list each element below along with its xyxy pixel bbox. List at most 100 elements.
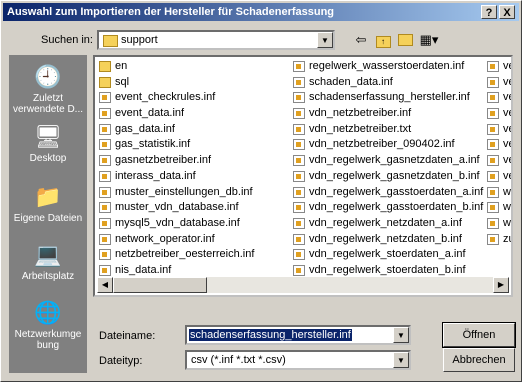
inf-file-icon (487, 61, 499, 72)
file-name: vdn_regelwerk_gasnetzdaten_b.inf (309, 169, 480, 182)
file-item[interactable]: muster_einstellungen_db.inf (97, 185, 287, 201)
help-button[interactable]: ? (481, 5, 497, 19)
scroll-left-icon[interactable]: ◀ (97, 277, 113, 293)
lookin-dropdown[interactable]: support ▼ (97, 30, 335, 50)
place-desktop[interactable]: 🖥 Desktop (9, 123, 87, 164)
open-button[interactable]: Öffnen (442, 322, 516, 348)
lookin-value: support (121, 34, 158, 46)
file-item[interactable]: muster_vdn_database.inf (97, 200, 287, 216)
new-folder-icon[interactable] (395, 31, 415, 49)
file-item[interactable]: mysql5_vdn_database.inf (97, 216, 287, 232)
file-item[interactable]: wa (485, 185, 511, 201)
file-item[interactable]: ve (485, 75, 511, 91)
title-bar[interactable]: Auswahl zum Importieren der Hersteller f… (3, 3, 519, 21)
file-item[interactable]: vdn_netzbetreiber_090402.inf (291, 137, 481, 153)
file-item[interactable]: sql (97, 75, 287, 91)
place-my-computer[interactable]: 💻 Arbeitsplatz (9, 241, 87, 282)
chevron-down-icon[interactable]: ▼ (393, 327, 409, 343)
file-item[interactable]: ve (485, 59, 511, 75)
file-item[interactable]: vdn_netzbetreiber.txt (291, 122, 481, 138)
close-button[interactable]: X (499, 5, 515, 19)
inf-file-icon (487, 76, 499, 88)
file-name: vdn_regelwerk_gasstoerdaten_a.inf (309, 185, 484, 198)
filetype-label: Dateityp: (99, 355, 143, 367)
place-label: Eigene Dateien (13, 213, 83, 224)
file-item[interactable]: vdn_regelwerk_gasnetzdaten_b.inf (291, 169, 481, 185)
place-recent[interactable]: 🕘 Zuletzt verwendete D... (9, 63, 87, 115)
file-item[interactable]: vdn_netzbetreiber.inf (291, 106, 481, 122)
file-item[interactable]: vdn_regelwerk_gasstoerdaten_a.inf (291, 185, 484, 201)
horizontal-scrollbar[interactable]: ◀ ▶ (97, 277, 509, 293)
file-name: schaden_data.inf (309, 75, 393, 88)
file-name: regelwerk_wasserstoerdaten.inf (309, 60, 465, 72)
file-item[interactable]: zu (485, 232, 511, 248)
file-item[interactable]: event_checkrules.inf (97, 90, 287, 106)
filename-label: Dateiname: (99, 330, 156, 342)
file-name: ve (503, 154, 511, 167)
file-name: sql (115, 75, 130, 88)
file-name: en (115, 60, 128, 72)
file-item[interactable]: gas_statistik.inf (97, 137, 287, 153)
file-item[interactable]: vdn_regelwerk_netzdaten_b.inf (291, 232, 481, 248)
file-item[interactable]: ve (485, 169, 511, 185)
filename-input[interactable]: schadenserfassung_hersteller.inf ▼ (185, 325, 411, 345)
file-name: mysql5_vdn_database.inf (115, 216, 240, 229)
file-item[interactable]: gas_data.inf (97, 122, 287, 138)
place-network[interactable]: 🌐 Netzwerkumgebung (9, 299, 87, 351)
file-list[interactable]: en sql event_checkrules.inf event_data.inf g… (93, 55, 513, 297)
inf-file-icon (99, 217, 111, 229)
back-arrow-icon[interactable]: ⇦ (351, 31, 371, 49)
file-item[interactable]: event_data.inf (97, 106, 287, 122)
file-name: nis_data.inf (115, 263, 172, 276)
file-item[interactable]: schaden_data.inf (291, 75, 481, 91)
inf-file-icon (293, 139, 305, 151)
file-item[interactable]: schadenserfassung_hersteller.inf (291, 90, 481, 106)
file-item[interactable]: ve (485, 122, 511, 138)
file-item[interactable]: vdn_regelwerk_stoerdaten_a.inf (291, 247, 481, 263)
chevron-down-icon[interactable]: ▼ (393, 352, 409, 368)
file-item[interactable]: ve (485, 90, 511, 106)
file-item[interactable]: netzbetreiber_oesterreich.inf (97, 247, 287, 263)
file-item[interactable]: en (97, 59, 287, 75)
cancel-button[interactable]: Abbrechen (443, 348, 515, 372)
chevron-down-icon[interactable]: ▼ (317, 32, 333, 48)
inf-file-icon (487, 92, 499, 104)
file-item[interactable]: vdn_regelwerk_netzdaten_a.inf (291, 216, 481, 232)
folder-icon (103, 35, 118, 47)
inf-file-icon (487, 202, 499, 214)
file-item[interactable]: vdn_regelwerk_gasnetzdaten_a.inf (291, 153, 481, 169)
folder-icon (99, 61, 111, 72)
file-item[interactable]: gasnetzbetreiber.inf (97, 153, 287, 169)
file-name: wa (503, 216, 511, 229)
my-computer-icon: 💻 (34, 242, 62, 267)
filetype-select[interactable]: csv (*.inf *.txt *.csv) ▼ (185, 350, 411, 370)
scroll-right-icon[interactable]: ▶ (493, 277, 509, 293)
file-name: ve (503, 169, 511, 182)
file-name: schadenserfassung_hersteller.inf (309, 91, 470, 104)
inf-file-icon (293, 249, 305, 261)
file-item[interactable]: wa (485, 200, 511, 216)
inf-file-icon (99, 92, 111, 104)
inf-file-icon (99, 155, 111, 167)
file-item[interactable]: vdn_regelwerk_gasstoerdaten_b.inf (291, 200, 483, 216)
file-item[interactable]: ve (485, 153, 511, 169)
text-file-icon (293, 123, 305, 135)
file-item[interactable]: wa (485, 216, 511, 232)
inf-file-icon (99, 249, 111, 261)
file-name: zu (503, 232, 511, 245)
inf-file-icon (487, 139, 499, 151)
inf-file-icon (293, 170, 305, 182)
inf-file-icon (99, 139, 111, 151)
scroll-thumb[interactable] (113, 277, 207, 293)
file-item[interactable]: network_operator.inf (97, 232, 287, 248)
file-item[interactable]: ve (485, 106, 511, 122)
file-name: event_checkrules.inf (115, 91, 216, 104)
file-item[interactable]: regelwerk_wasserstoerdaten.inf (291, 59, 481, 75)
view-menu-icon[interactable]: ▦▾ (417, 31, 441, 49)
file-item[interactable]: interass_data.inf (97, 169, 287, 185)
inf-file-icon (487, 155, 499, 167)
place-my-documents[interactable]: 📁 Eigene Dateien (9, 183, 87, 224)
places-bar: 🕘 Zuletzt verwendete D... 🖥 Desktop 📁 Ei… (9, 55, 87, 373)
file-item[interactable]: ve (485, 137, 511, 153)
up-folder-icon[interactable]: ↑ (373, 31, 393, 49)
